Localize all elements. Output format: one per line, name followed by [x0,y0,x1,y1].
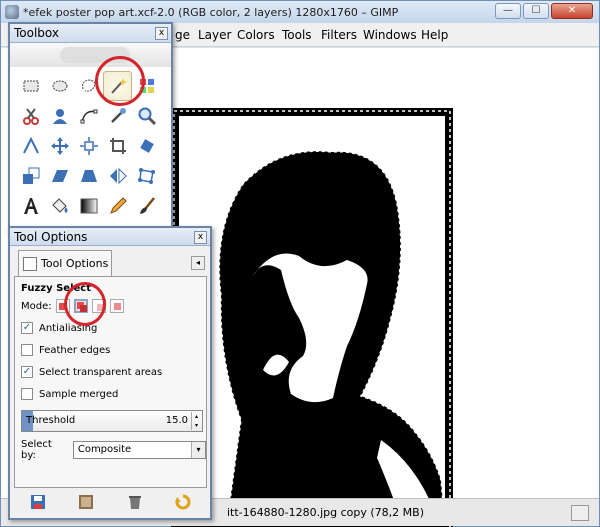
feather-edges-checkbox[interactable] [21,344,33,356]
reset-options-icon[interactable] [174,494,191,510]
measure-icon[interactable] [16,131,45,161]
flip-icon[interactable] [103,161,132,191]
shear-icon[interactable] [45,161,74,191]
menu-image[interactable]: ge [175,28,190,42]
select-transparent-checkbox[interactable]: ✓ [21,366,33,378]
select-by-row: Select by: Composite ▾ [21,439,206,461]
crop-icon[interactable] [103,131,132,161]
feather-edges-label: Feather edges [39,344,111,356]
tool-options-titlebar[interactable]: Tool Options [10,228,210,246]
select-by-value: Composite [77,444,132,455]
tool-name-heading: Fuzzy Select [21,283,91,294]
perspective-icon[interactable] [74,161,103,191]
feather-edges-row[interactable]: Feather edges [21,344,110,356]
free-select-icon[interactable] [74,71,103,101]
tool-options-tab-icon [23,256,37,271]
select-transparent-row[interactable]: ✓ Select transparent areas [21,366,162,378]
sample-merged-checkbox[interactable] [21,388,33,400]
mode-intersect-button[interactable] [109,299,124,313]
select-transparent-label: Select transparent areas [39,366,163,378]
tool-options-title: Tool Options [14,230,88,244]
mode-replace-button[interactable] [55,299,70,313]
toolbox-titlebar[interactable]: Toolbox [10,24,171,43]
threshold-slider[interactable]: Threshold 15.0 ▴ ▾ [21,410,203,432]
tab-tool-options[interactable]: Tool Options [18,250,112,276]
window-titlebar[interactable]: *efek poster pop art.xcf-2.0 (RGB color,… [1,1,599,23]
spin-up-icon[interactable]: ▴ [192,412,201,421]
antialiasing-checkbox[interactable]: ✓ [21,322,33,334]
pencil-icon[interactable] [103,191,132,221]
tool-options-panel: Fuzzy Select Mode: ✓ Antialiasing Feathe… [14,276,207,488]
text-icon[interactable] [16,191,45,221]
paintbrush-icon[interactable] [132,191,161,221]
tool-options-close-button[interactable]: x [194,231,207,244]
menu-windows[interactable]: Windows [363,28,417,42]
sample-merged-row[interactable]: Sample merged [21,388,118,400]
restore-options-icon[interactable] [78,494,94,510]
tab-menu-button[interactable]: ◂ [191,256,205,270]
close-button[interactable]: ✕ [551,3,593,19]
delete-options-icon[interactable] [127,494,143,510]
chevron-down-icon[interactable]: ▾ [191,442,205,458]
foreground-select-icon[interactable] [45,101,74,131]
mode-row: Mode: [21,299,124,313]
menu-tools[interactable]: Tools [282,28,312,42]
save-options-icon[interactable] [30,494,46,510]
mode-add-button[interactable] [73,299,88,313]
scale-icon[interactable] [16,161,45,191]
menu-help[interactable]: Help [421,28,448,42]
minimize-button[interactable]: — [495,3,521,19]
paths-icon[interactable] [74,101,103,131]
toolbox-window: Toolbox x [8,22,173,234]
tool-options-window: Tool Options x Tool Options ◂ Fuzzy Sele… [8,226,212,520]
menu-filters[interactable]: Filters [321,28,357,42]
spin-down-icon[interactable]: ▾ [192,421,201,430]
antialiasing-label: Antialiasing [39,322,98,334]
menu-colors[interactable]: Colors [237,28,275,42]
tool-grid [10,67,171,225]
move-icon[interactable] [45,131,74,161]
toolbox-title: Toolbox [14,26,59,40]
rect-select-icon[interactable] [16,71,45,101]
menu-layer[interactable]: Layer [198,28,231,42]
antialiasing-row[interactable]: ✓ Antialiasing [21,322,97,334]
align-icon[interactable] [74,131,103,161]
mode-label: Mode: [21,300,52,312]
maximize-button[interactable]: ☐ [523,3,549,19]
mode-subtract-button[interactable] [91,299,106,313]
toolbox-close-button[interactable]: x [155,27,168,40]
poster-image [171,108,453,527]
select-by-dropdown[interactable]: Composite ▾ [72,441,206,459]
threshold-value: 15.0 [165,415,188,426]
fuzzy-select-icon[interactable] [103,71,132,101]
tab-label: Tool Options [41,257,109,270]
blend-icon[interactable] [74,191,103,221]
wilber-drop-area [10,43,171,67]
gimp-app-icon [5,5,19,19]
status-text: itt-164880-1280.jpg copy (78,2 MB) [227,506,424,519]
threshold-label: Threshold [26,415,76,426]
tool-options-tabbar: Tool Options ◂ [14,250,207,276]
select-by-label: Select by: [21,439,52,461]
window-title: *efek poster pop art.xcf-2.0 (RGB color,… [23,5,399,19]
scissors-select-icon[interactable] [16,101,45,131]
cage-transform-icon[interactable] [132,161,161,191]
threshold-spinner[interactable]: ▴ ▾ [191,412,201,430]
sample-merged-label: Sample merged [39,388,119,400]
tool-options-footer [14,490,207,514]
color-picker-icon[interactable] [103,101,132,131]
status-cancel-button[interactable] [571,505,589,521]
zoom-icon[interactable] [132,101,161,131]
rotate-icon[interactable] [132,131,161,161]
ellipse-select-icon[interactable] [45,71,74,101]
bucket-fill-icon[interactable] [45,191,74,221]
select-by-color-icon[interactable] [132,71,161,101]
